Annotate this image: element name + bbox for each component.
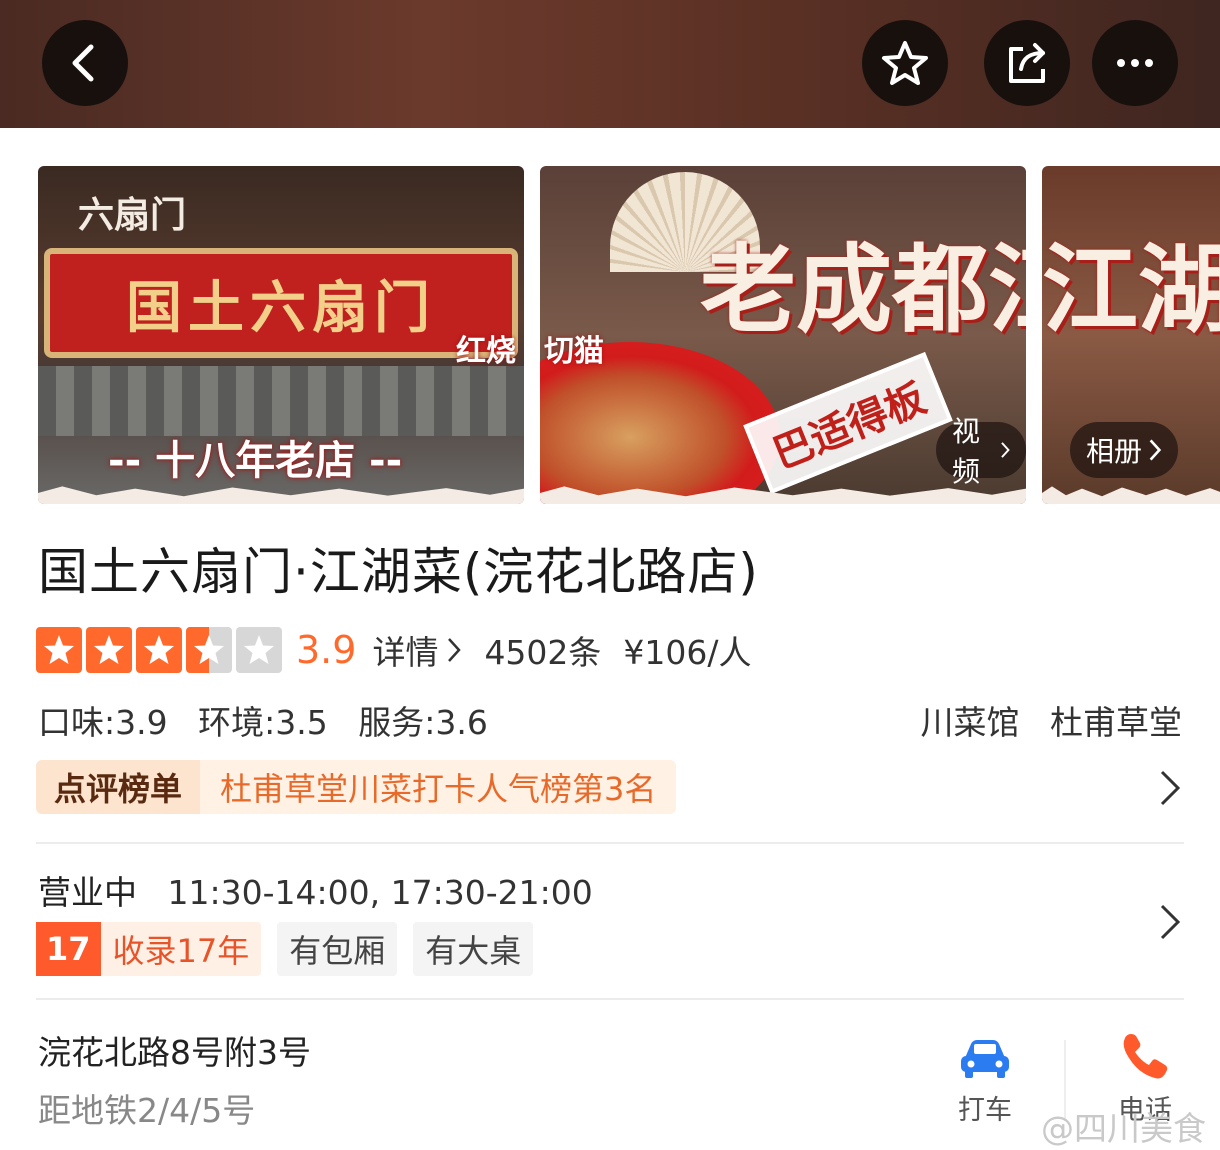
taxi-button[interactable]: 打车 bbox=[930, 1028, 1040, 1127]
chevron-right-icon bbox=[1000, 442, 1010, 458]
banner-text: 国土六扇门 bbox=[126, 274, 436, 341]
chevron-right-icon[interactable] bbox=[1158, 902, 1182, 942]
star-rating bbox=[36, 627, 286, 673]
more-button[interactable] bbox=[1092, 20, 1178, 106]
header-bar bbox=[0, 0, 1220, 128]
dish-name-text: 切猫 bbox=[544, 334, 604, 369]
back-button[interactable] bbox=[42, 20, 128, 106]
detail-label: 详情 bbox=[372, 633, 439, 672]
metro-distance: 距地铁2/4/5号 bbox=[38, 1091, 256, 1130]
rating-star bbox=[186, 627, 232, 673]
rating-detail-link[interactable]: 详情 bbox=[372, 626, 462, 674]
divider bbox=[36, 998, 1184, 1000]
hours-times: 11:30-14:00, 17:30-21:00 bbox=[167, 873, 593, 912]
more-dots-icon bbox=[1117, 59, 1153, 67]
chevron-left-icon bbox=[72, 44, 94, 82]
rating-star bbox=[86, 627, 132, 673]
category-area[interactable]: 杜甫草堂 bbox=[1050, 703, 1182, 742]
video-label: 视频 bbox=[952, 415, 981, 488]
photo-dining[interactable]: 江湖 相册 bbox=[1042, 166, 1220, 504]
environment-score: 环境:3.5 bbox=[198, 703, 328, 742]
photo-stamp: 巴适得板 bbox=[743, 351, 953, 495]
photo-big-title: 老成都江湖 bbox=[700, 233, 1026, 346]
rating-row: 3.9 详情 4502条 ¥106/人 bbox=[36, 626, 752, 674]
review-count: 4502条 bbox=[484, 633, 602, 672]
photo-storefront[interactable]: 六扇门 国土六扇门 红烧 -- 十八年老店 -- bbox=[38, 166, 524, 504]
large-table-tag: 有大桌 bbox=[413, 922, 534, 976]
years-listed-tag: 17 收录17年 bbox=[36, 922, 262, 976]
category-tags: 川菜馆 杜甫草堂 bbox=[901, 696, 1183, 744]
business-hours[interactable]: 营业中 11:30-14:00, 17:30-21:00 bbox=[38, 866, 593, 914]
old-shop-tag: -- 十八年老店 -- bbox=[108, 438, 403, 484]
share-button[interactable] bbox=[984, 20, 1070, 106]
open-status: 营业中 bbox=[38, 873, 137, 912]
rating-star bbox=[236, 627, 282, 673]
video-button[interactable]: 视频 bbox=[936, 415, 1026, 488]
torn-edge bbox=[1042, 486, 1220, 504]
car-icon bbox=[961, 1040, 1009, 1078]
photo-side-text: 红烧 bbox=[456, 334, 516, 369]
photo-big-title-continued: 江湖 bbox=[1042, 233, 1220, 346]
album-button[interactable]: 相册 bbox=[1070, 422, 1179, 478]
taxi-label: 打车 bbox=[958, 1095, 1012, 1126]
star-outline-icon bbox=[882, 41, 928, 85]
photo-dish[interactable]: 老成都江湖 切猫 巴适得板 视频 bbox=[540, 166, 1026, 504]
rating-star bbox=[36, 627, 82, 673]
rating-score: 3.9 bbox=[296, 628, 357, 672]
category-cuisine[interactable]: 川菜馆 bbox=[921, 703, 1020, 742]
years-listed-label: 收录17年 bbox=[112, 932, 250, 970]
ranking-text: 杜甫草堂川菜打卡人气榜第3名 bbox=[200, 760, 677, 814]
taste-score: 口味:3.9 bbox=[38, 703, 168, 742]
years-number-badge: 17 bbox=[36, 922, 101, 976]
brand-logo-text: 六扇门 bbox=[78, 194, 187, 236]
price-per-person: ¥106/人 bbox=[623, 633, 752, 672]
photo-carousel[interactable]: 六扇门 国土六扇门 红烧 -- 十八年老店 -- 老成都江湖 切猫 巴适得板 视… bbox=[0, 166, 1220, 506]
private-room-tag: 有包厢 bbox=[277, 922, 398, 976]
share-icon bbox=[1009, 43, 1045, 83]
address-line[interactable]: 浣花北路8号附3号 bbox=[38, 1026, 311, 1074]
chevron-right-icon bbox=[1149, 439, 1162, 461]
chevron-right-icon[interactable] bbox=[1158, 768, 1182, 808]
chevron-right-icon bbox=[448, 638, 462, 662]
sub-scores: 口味:3.9 环境:3.5 服务:3.6 bbox=[38, 696, 508, 744]
watermark: @四川美食 bbox=[1041, 1109, 1206, 1148]
ranking-badge: 点评榜单 bbox=[36, 760, 201, 814]
favorite-button[interactable] bbox=[862, 20, 948, 106]
album-label: 相册 bbox=[1086, 435, 1143, 468]
divider bbox=[36, 842, 1184, 844]
phone-icon bbox=[1123, 1034, 1168, 1079]
feature-tags: 17 收录17年 有包厢 有大桌 bbox=[36, 922, 549, 976]
roof-tiles bbox=[38, 366, 524, 436]
shop-title: 国土六扇门·江湖菜(浣花北路店) bbox=[38, 543, 759, 601]
service-score: 服务:3.6 bbox=[358, 703, 488, 742]
rating-star bbox=[136, 627, 182, 673]
ranking-banner[interactable]: 点评榜单 杜甫草堂川菜打卡人气榜第3名 bbox=[36, 760, 677, 814]
storefront-banner: 国土六扇门 bbox=[44, 248, 518, 358]
